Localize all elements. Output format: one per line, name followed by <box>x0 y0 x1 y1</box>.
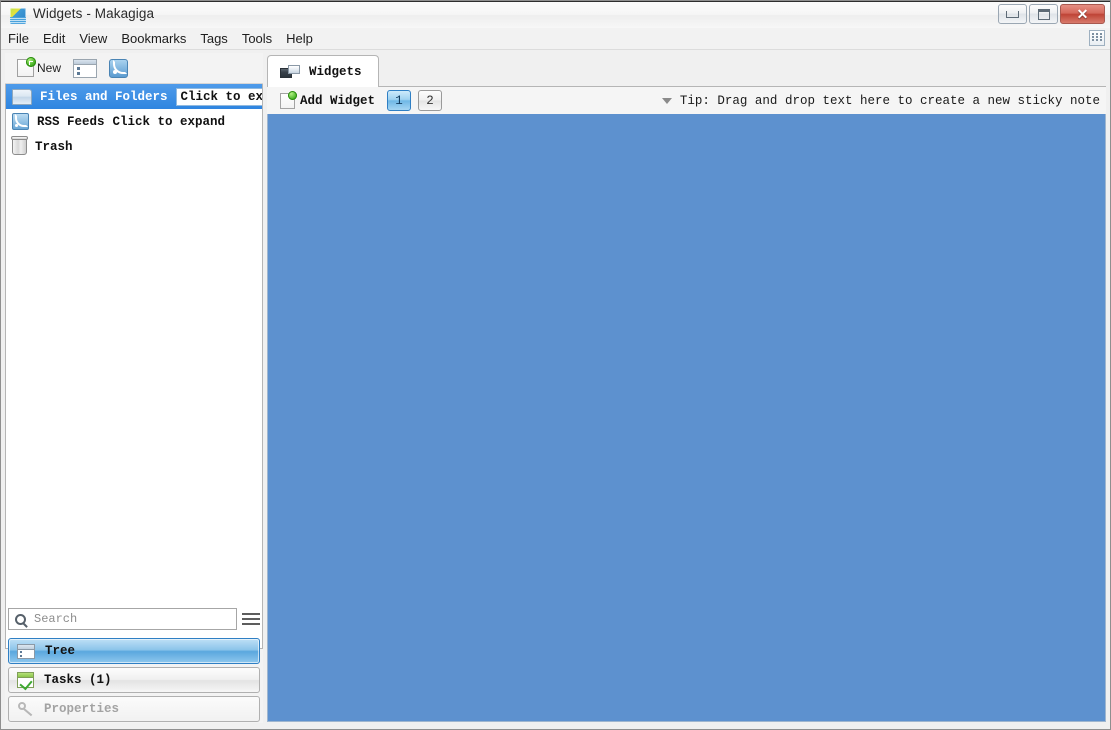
hamburger-line <box>242 618 260 620</box>
tree-item-rss-feeds[interactable]: RSS Feeds Click to expand <box>6 109 262 134</box>
tree-item-hint: Click to expand <box>112 114 226 129</box>
panel-button-label: Tree <box>45 644 76 658</box>
hamburger-menu-icon[interactable] <box>242 609 260 629</box>
grid-icon-line <box>1092 36 1102 38</box>
widgets-icon <box>280 64 300 79</box>
window-title: Widgets - Makagiga <box>33 6 155 21</box>
tree-item-hint: Click to expand <box>175 87 262 106</box>
tree-icon <box>17 643 35 659</box>
widget-canvas[interactable] <box>267 114 1106 722</box>
maximize-icon <box>1037 8 1050 20</box>
grid-icon[interactable] <box>1089 30 1105 46</box>
menu-file[interactable]: File <box>1 28 36 49</box>
search-icon <box>15 613 26 625</box>
tasks-icon <box>17 672 34 688</box>
menu-tags[interactable]: Tags <box>193 28 234 49</box>
close-button[interactable]: ✕ <box>1060 4 1105 24</box>
trash-icon <box>11 136 28 155</box>
tab-widgets[interactable]: Widgets <box>267 55 379 88</box>
title-bar: Widgets - Makagiga ✕ <box>0 0 1111 28</box>
panel-button-label: Properties <box>44 702 120 716</box>
tab-label: Widgets <box>309 64 362 79</box>
rss-feed-button[interactable] <box>105 56 132 81</box>
page-button-2[interactable]: 2 <box>418 90 443 111</box>
sidebar-panel-button-tree[interactable]: Tree <box>8 638 260 664</box>
maximize-button[interactable] <box>1029 4 1058 24</box>
main-pane: Widgets Add Widget 1 2 Tip: Drag and dro… <box>267 53 1106 723</box>
close-icon: ✕ <box>1076 6 1089 22</box>
grid-icon-line <box>1092 39 1102 41</box>
search-box[interactable] <box>8 608 237 630</box>
window-controls: ✕ <box>998 4 1105 24</box>
page-button-1[interactable]: 1 <box>387 90 412 111</box>
search-input[interactable] <box>32 611 216 627</box>
add-widget-icon <box>280 90 297 109</box>
rss-feed-icon <box>109 58 129 78</box>
tree-item-trash[interactable]: Trash <box>6 134 262 159</box>
sidebar-bottom-panel: Tree Tasks (1) Properties <box>5 606 263 723</box>
tree-item-label: Trash <box>35 139 73 154</box>
hamburger-line <box>242 613 260 615</box>
menu-view[interactable]: View <box>72 28 114 49</box>
menu-bookmarks[interactable]: Bookmarks <box>114 28 193 49</box>
hamburger-line <box>242 623 260 625</box>
tree-view-icon <box>73 58 98 78</box>
sidebar-panel-button-properties[interactable]: Properties <box>8 696 260 722</box>
tree-view-button[interactable] <box>69 56 101 81</box>
menu-help[interactable]: Help <box>279 28 320 49</box>
tree-item-files-and-folders[interactable]: Files and Folders Click to expand <box>6 84 262 109</box>
folder-icon <box>12 88 32 105</box>
new-button[interactable]: New <box>13 56 65 80</box>
new-button-label: New <box>37 61 62 75</box>
panel-button-label: Tasks (1) <box>44 673 112 687</box>
tip-text: Tip: Drag and drop text here to create a… <box>679 93 1100 108</box>
tab-strip: Widgets <box>267 53 1106 88</box>
tip-area[interactable]: Tip: Drag and drop text here to create a… <box>661 87 1100 114</box>
triangle-down-icon[interactable] <box>661 97 672 104</box>
menu-bar: File Edit View Bookmarks Tags Tools Help <box>1 28 1110 50</box>
menu-tools[interactable]: Tools <box>235 28 279 49</box>
sidebar: New Files and Folders Click to expand RS… <box>5 53 263 723</box>
tree-item-label: Files and Folders <box>40 89 168 104</box>
rss-icon <box>12 113 29 130</box>
grid-icon-line <box>1092 33 1102 35</box>
new-document-icon <box>17 57 36 77</box>
makagiga-icon <box>10 8 26 24</box>
menu-edit[interactable]: Edit <box>36 28 72 49</box>
tree-panel: Files and Folders Click to expand RSS Fe… <box>5 84 263 649</box>
minimize-icon <box>1006 10 1019 18</box>
minimize-button[interactable] <box>998 4 1027 24</box>
widget-toolbar: Add Widget 1 2 Tip: Drag and drop text h… <box>267 87 1106 114</box>
sidebar-panel-button-tasks[interactable]: Tasks (1) <box>8 667 260 693</box>
sidebar-toolbar: New <box>5 53 263 84</box>
application-window: Widgets - Makagiga ✕ File Edit View Book… <box>0 0 1111 730</box>
search-row <box>8 606 260 632</box>
tree-item-label: RSS Feeds <box>37 114 105 129</box>
properties-icon <box>17 701 34 717</box>
add-widget-button[interactable]: Add Widget <box>275 90 380 112</box>
add-widget-label: Add Widget <box>300 93 376 108</box>
